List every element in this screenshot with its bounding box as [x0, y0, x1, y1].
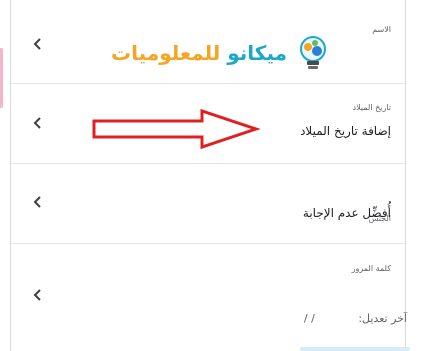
chevron-left-icon[interactable]	[31, 116, 45, 130]
chevron-left-icon[interactable]	[31, 37, 45, 51]
password-row[interactable]: كلمة المرور	[11, 244, 405, 351]
mekano-logo: ميكانو للمعلوميات	[81, 33, 333, 73]
name-row[interactable]: الاسم ميكانو للمعلوميات	[11, 0, 405, 84]
logo-text-informatics: للمعلوميات	[111, 41, 221, 65]
password-last-modified: آخر تعديل: / /	[304, 312, 407, 325]
gender-row[interactable]: الجنس أُفضِّل عدم الإجابة	[11, 164, 405, 244]
last-modified-prefix: آخر تعديل:	[358, 312, 407, 325]
last-modified-value: / /	[303, 312, 315, 325]
birthday-label: تاريخ الميلاد	[352, 103, 392, 112]
chevron-left-icon[interactable]	[31, 195, 45, 209]
chevron-left-icon[interactable]	[31, 288, 45, 302]
password-label: كلمة المرور	[351, 264, 391, 273]
logo-text-mekano: ميكانو	[227, 41, 287, 65]
gender-value: أُفضِّل عدم الإجابة	[302, 206, 391, 220]
logo-wordmark: ميكانو للمعلوميات	[111, 41, 287, 65]
name-label: الاسم	[372, 25, 391, 34]
birthday-value: إضافة تاريخ الميلاد	[300, 124, 391, 138]
lightbulb-gears-icon	[300, 36, 326, 69]
red-arrow-annotation-icon	[92, 108, 260, 150]
bottom-progress-strip	[300, 347, 410, 351]
left-edge-accent	[0, 48, 3, 108]
account-info-page: الاسم ميكانو للمعلوميات تاريخ الميلاد إض	[0, 0, 421, 351]
